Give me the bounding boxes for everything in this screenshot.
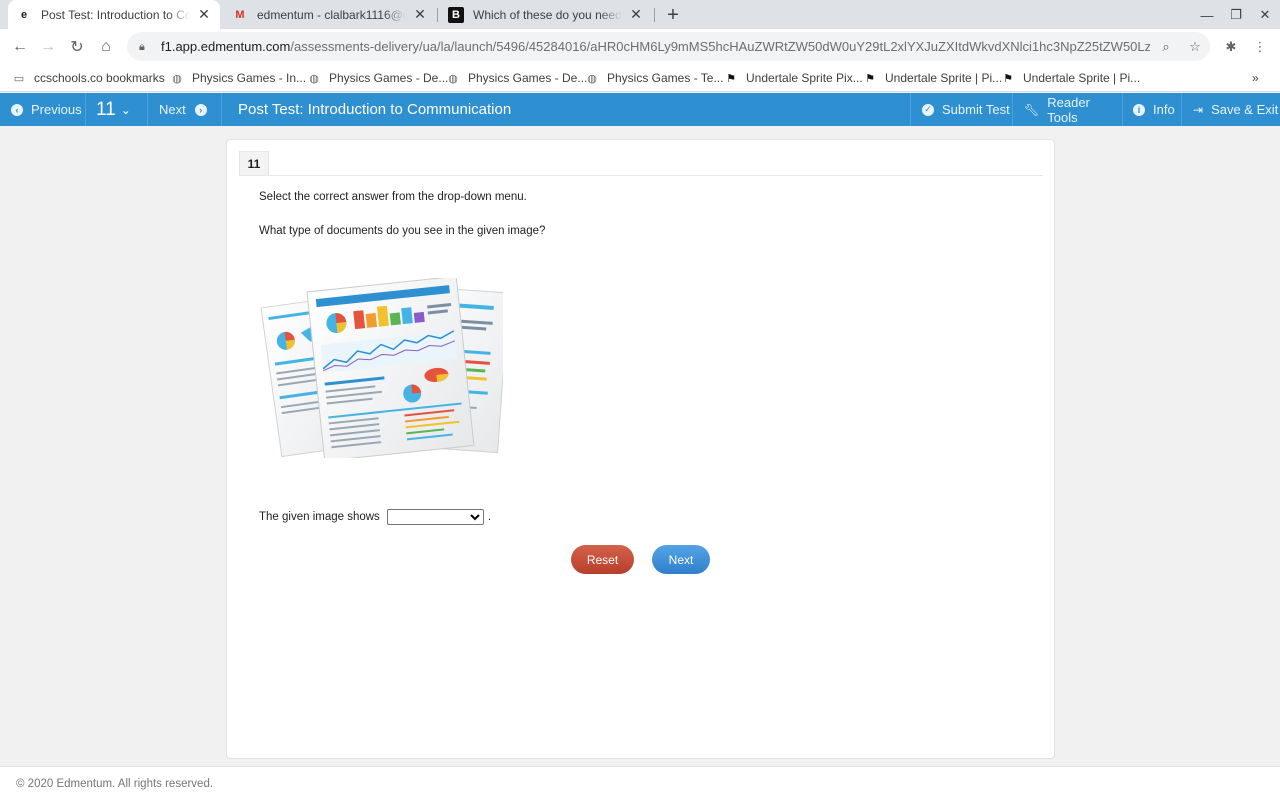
next-label: Next <box>159 102 186 117</box>
bookmark-item[interactable]: ◍ Physics Games - De... <box>307 69 448 87</box>
business-reports-image <box>260 278 503 458</box>
browser-tab-strip: e Post Test: Introduction to Comm ✕ M ed… <box>0 0 1280 29</box>
brainly-favicon-icon: B <box>448 6 464 23</box>
bookmark-label: Physics Games - De... <box>468 71 588 85</box>
bookmark-folder[interactable]: ▭ ccschools.co bookmarks <box>12 69 165 87</box>
close-icon[interactable]: ✕ <box>628 6 644 23</box>
bookmark-label: Undertale Sprite Pix... <box>746 71 863 85</box>
edmentum-favicon-icon: e <box>20 8 28 21</box>
extensions-icon[interactable]: ✱ <box>1223 39 1239 55</box>
answer-dropdown[interactable] <box>386 509 484 525</box>
more-bookmarks-icon[interactable]: » <box>1252 69 1259 87</box>
question-instruction: Select the correct answer from the drop-… <box>259 191 527 203</box>
tab-separator <box>437 8 438 22</box>
lock-icon: 🔒︎ <box>139 40 145 53</box>
restore-icon[interactable]: ❐ <box>1222 4 1250 26</box>
globe-icon: ◍ <box>309 72 319 85</box>
folder-icon: ▭ <box>13 72 25 85</box>
globe-icon: ◍ <box>587 72 597 85</box>
question-number-tab: 11 <box>239 151 269 175</box>
bookmark-label: Physics Games - De... <box>329 71 449 85</box>
question-number: 11 <box>96 98 116 120</box>
forward-icon[interactable]: → <box>36 35 60 59</box>
bookmark-item[interactable]: ⚑ Undertale Sprite | Pi... <box>863 69 1002 87</box>
previous-button[interactable]: ‹ Previous <box>0 93 86 126</box>
flag-icon: ⚑ <box>726 72 736 85</box>
answer-prefix: The given image shows <box>259 511 380 523</box>
bookmark-item[interactable]: ⚑ Undertale Sprite | Pi... <box>1001 69 1140 87</box>
info-button[interactable]: i Info <box>1123 93 1182 126</box>
globe-icon: ◍ <box>172 72 182 85</box>
reader-tools-label: Reader Tools <box>1047 94 1090 125</box>
reset-button[interactable]: Reset <box>571 545 634 574</box>
bookmarks-bar: ▭ ccschools.co bookmarks ◍ Physics Games… <box>0 64 1280 92</box>
header-next-button[interactable]: Next › <box>148 93 222 126</box>
page-title: Post Test: Introduction to Communication <box>238 101 512 118</box>
zoom-icon[interactable]: ⌕ <box>1158 39 1174 55</box>
bookmark-item[interactable]: ◍ Physics Games - De... <box>446 69 587 87</box>
answer-suffix: . <box>487 511 492 523</box>
window-close-icon[interactable]: ✕ <box>1251 4 1279 26</box>
copyright-text: © 2020 Edmentum. All rights reserved. <box>16 778 214 790</box>
previous-label: Previous <box>31 102 82 117</box>
tab-gmail[interactable]: M edmentum - clalbark1116@ccsc ✕ <box>224 0 436 29</box>
bookmark-item[interactable]: ◍ Physics Games - In... <box>170 69 306 87</box>
close-icon[interactable]: ✕ <box>412 6 428 23</box>
chevron-down-icon: ⌄ <box>120 102 131 117</box>
flag-icon: ⚑ <box>865 72 875 85</box>
url-host: f1.app.edmentum.com <box>161 39 291 54</box>
bookmark-item[interactable]: ◍ Physics Games - Te... <box>585 69 723 87</box>
globe-icon: ◍ <box>448 72 458 85</box>
close-icon[interactable]: ✕ <box>196 6 212 23</box>
new-tab-icon[interactable]: + <box>662 4 684 26</box>
tab-title: Which of these do you need to d <box>473 7 622 22</box>
save-exit-button[interactable]: ⇥ Save & Exit <box>1182 93 1280 126</box>
submit-test-button[interactable]: ✓ Submit Test <box>910 93 1013 126</box>
check-circle-icon: ✓ <box>922 103 934 116</box>
reload-icon[interactable]: ↻ <box>65 35 89 59</box>
address-bar[interactable]: 🔒︎ f1.app.edmentum.com /assessments-deli… <box>127 32 1210 61</box>
flag-icon: ⚑ <box>1003 72 1013 85</box>
bookmark-label: Undertale Sprite | Pi... <box>885 71 1003 85</box>
next-button[interactable]: Next <box>652 545 710 574</box>
tab-title: Post Test: Introduction to Comm <box>41 7 190 22</box>
tab-separator <box>654 8 655 22</box>
arrow-right-circle-icon: › <box>194 103 207 116</box>
submit-label: Submit Test <box>942 102 1010 117</box>
back-icon[interactable]: ← <box>8 35 32 59</box>
home-icon[interactable]: ⌂ <box>94 35 118 59</box>
url-path: /assessments-delivery/ua/la/launch/5496/… <box>290 39 1151 54</box>
bookmark-label: ccschools.co bookmarks <box>34 71 165 85</box>
question-prompt: What type of documents do you see in the… <box>259 225 546 237</box>
tab-brainly[interactable]: B Which of these do you need to d ✕ <box>440 0 652 29</box>
divider <box>239 175 1043 176</box>
bookmark-label: Undertale Sprite | Pi... <box>1023 71 1141 85</box>
bookmark-label: Physics Games - Te... <box>607 71 724 85</box>
question-card: 11 Select the correct answer from the dr… <box>226 139 1055 759</box>
bookmark-label: Physics Games - In... <box>192 71 307 85</box>
save-exit-label: Save & Exit <box>1211 102 1279 117</box>
tab-post-test[interactable]: e Post Test: Introduction to Comm ✕ <box>8 0 220 29</box>
footer: © 2020 Edmentum. All rights reserved. <box>0 766 1280 800</box>
reader-tools-button[interactable]: 🔧︎ Reader Tools <box>1013 93 1123 126</box>
test-header: ‹ Previous 11 ⌄ Next › Post Test: Introd… <box>0 93 1280 126</box>
gmail-favicon-icon: M <box>235 8 245 21</box>
sign-out-icon: ⇥ <box>1193 102 1204 117</box>
answer-row: The given image shows . <box>259 509 491 525</box>
wrench-icon: 🔧︎ <box>1024 102 1040 117</box>
menu-kebab-icon[interactable]: ⋮ <box>1252 39 1268 55</box>
browser-toolbar: ← → ↻ ⌂ 🔒︎ f1.app.edmentum.com /assessme… <box>0 29 1280 64</box>
minimize-icon[interactable]: — <box>1193 4 1221 26</box>
info-label: Info <box>1153 102 1175 117</box>
tab-title: edmentum - clalbark1116@ccsc <box>257 7 406 22</box>
question-selector[interactable]: 11 ⌄ <box>86 93 148 126</box>
bookmark-item[interactable]: ⚑ Undertale Sprite Pix... <box>724 69 863 87</box>
arrow-left-circle-icon: ‹ <box>11 103 23 116</box>
info-icon: i <box>1133 103 1145 116</box>
bookmark-star-icon[interactable]: ☆ <box>1187 39 1203 55</box>
